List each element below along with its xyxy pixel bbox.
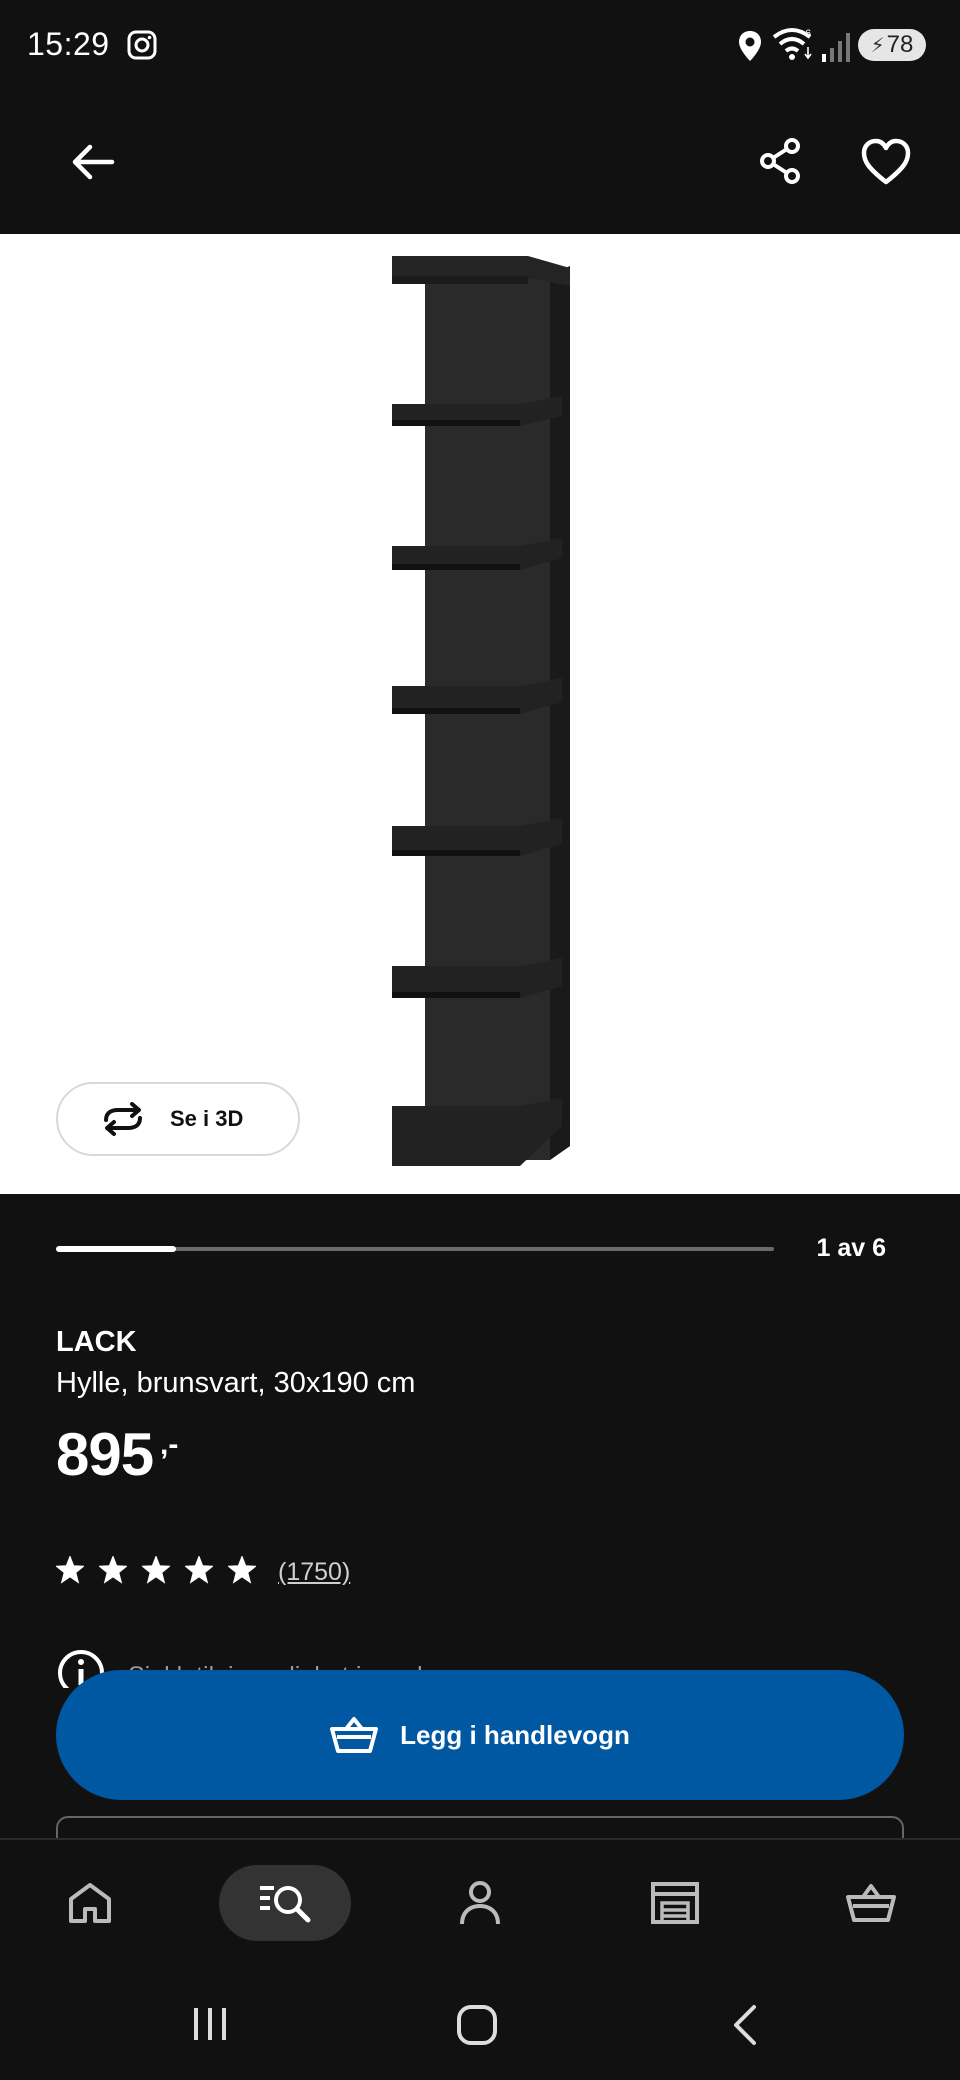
product-name: LACK bbox=[56, 1326, 137, 1358]
arrow-left-icon[interactable] bbox=[62, 130, 126, 194]
rotate-3d-icon bbox=[104, 1102, 142, 1136]
top-app-bar bbox=[0, 90, 960, 234]
power-saving-icon: ⚡ bbox=[870, 34, 885, 57]
nav-stores[interactable] bbox=[640, 1868, 710, 1938]
instagram-icon bbox=[127, 30, 157, 60]
rating-stars[interactable] bbox=[56, 1556, 256, 1584]
view-3d-button[interactable]: Se i 3D bbox=[56, 1082, 300, 1156]
add-to-cart-button[interactable]: Legg i handlevogn bbox=[56, 1670, 904, 1800]
status-time: 15:29 bbox=[27, 26, 110, 62]
location-icon bbox=[739, 31, 761, 61]
home-icon bbox=[69, 1883, 111, 1923]
product-description: Hylle, brunsvart, 30x190 cm bbox=[56, 1367, 416, 1399]
cart-icon bbox=[846, 1884, 896, 1922]
svg-text:6: 6 bbox=[805, 28, 811, 40]
system-home-icon[interactable] bbox=[456, 2004, 498, 2046]
nav-home[interactable] bbox=[55, 1868, 125, 1938]
stores-icon bbox=[651, 1882, 699, 1924]
product-image-shelf bbox=[392, 256, 570, 1166]
nav-profile[interactable] bbox=[445, 1868, 515, 1938]
profile-icon bbox=[460, 1881, 500, 1925]
heart-icon[interactable] bbox=[854, 130, 918, 194]
star-icon bbox=[228, 1556, 256, 1584]
battery-level: 78 bbox=[886, 31, 914, 58]
star-icon bbox=[185, 1556, 213, 1584]
wifi-icon: 6 bbox=[772, 28, 812, 60]
star-icon bbox=[99, 1556, 127, 1584]
nav-cart[interactable] bbox=[836, 1868, 906, 1938]
share-icon[interactable] bbox=[750, 130, 814, 194]
shopping-basket-icon bbox=[330, 1717, 379, 1753]
gallery-progress-fill bbox=[56, 1246, 176, 1252]
nav-search[interactable] bbox=[219, 1865, 351, 1941]
signal-icon bbox=[822, 33, 850, 62]
review-count-link[interactable]: (1750) bbox=[278, 1558, 350, 1587]
star-icon bbox=[142, 1556, 170, 1584]
add-to-cart-label: Legg i handlevogn bbox=[400, 1719, 630, 1750]
recent-apps-icon[interactable] bbox=[190, 2006, 230, 2042]
system-back-icon[interactable] bbox=[730, 2004, 760, 2046]
price-suffix: ,- bbox=[160, 1428, 179, 1461]
star-icon bbox=[56, 1556, 84, 1584]
view-3d-label: Se i 3D bbox=[170, 1106, 244, 1131]
product-price: 895 bbox=[56, 1421, 154, 1488]
gallery-counter: 1 av 6 bbox=[816, 1234, 886, 1262]
battery-indicator: ⚡ 78 bbox=[858, 29, 926, 61]
search-icon bbox=[260, 1886, 311, 1923]
